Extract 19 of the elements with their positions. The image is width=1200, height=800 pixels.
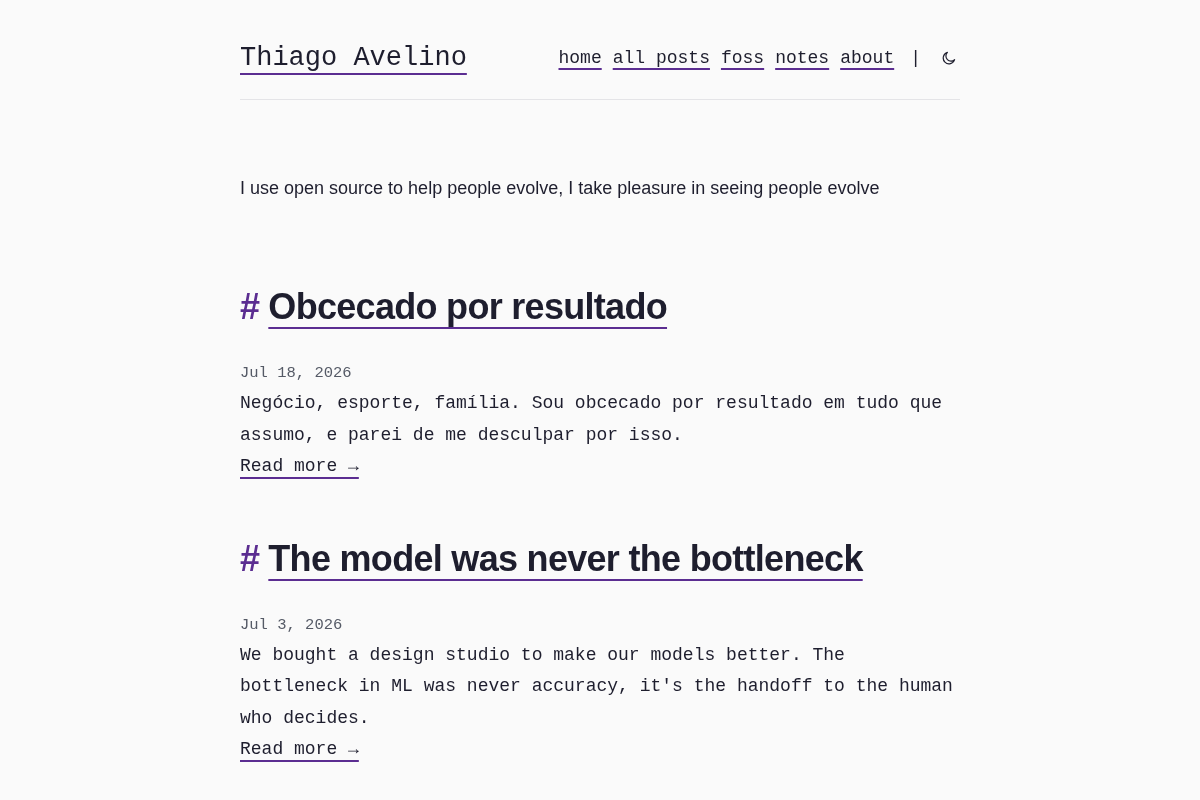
nav-link[interactable]: foss (720, 46, 765, 70)
post-date: Jul 3, 2026 (240, 614, 344, 636)
post-title-link[interactable]: Obcecado por resultado (268, 285, 668, 329)
post-excerpt: We bought a design studio to make our models better. The bottleneck in ML was never accuracy, it's the handoff to the human who decides. (240, 643, 954, 730)
nav-separator: | (910, 47, 921, 70)
post-excerpt: Negócio, esporte, família. Sou obcecado por resultado em tudo que assumo, e parei de me desculpar por isso. (240, 392, 944, 447)
site-title[interactable]: Thiago Avelino (240, 38, 467, 78)
nav-link[interactable]: notes (775, 46, 830, 70)
post-date: Jul 18, 2026 (240, 363, 353, 384)
post-title-link[interactable]: The model was never the bottleneck (268, 536, 863, 581)
moon-icon[interactable] (942, 51, 956, 65)
heading-marker: # (240, 285, 260, 329)
heading-marker: # (240, 536, 260, 581)
nav-link[interactable]: home (558, 46, 602, 70)
read-more-link[interactable]: Read more → (240, 739, 359, 759)
nav-link[interactable]: about (840, 46, 895, 70)
read-more-link[interactable]: Read more → (240, 456, 359, 476)
site-description: I use open source to help people evolve, I take pleasure in seeing people evolve (240, 177, 881, 200)
nav-link[interactable]: all posts (612, 46, 710, 70)
